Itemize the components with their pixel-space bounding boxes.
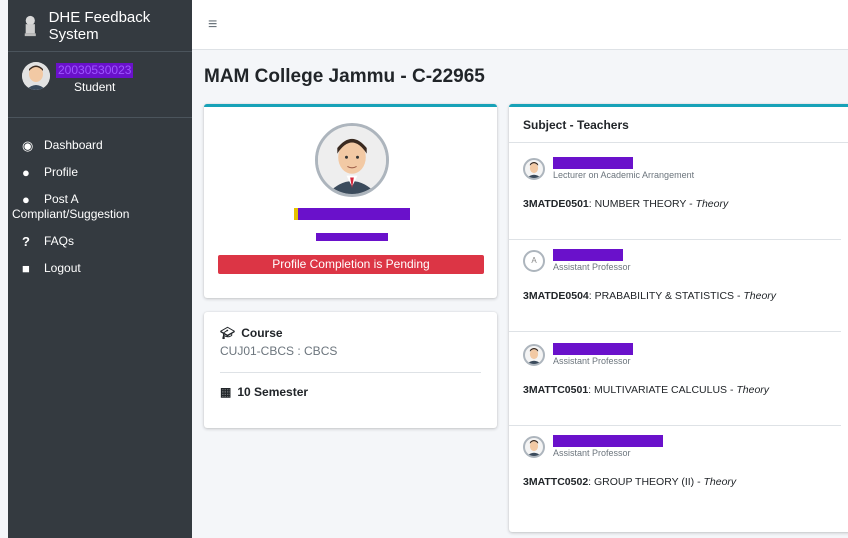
subject-kind: Theory (736, 384, 770, 396)
avatar-icon (526, 347, 542, 364)
emblem-icon (24, 15, 36, 36)
teacher-item: Assistant Professor 3MATTC0502: GROUP TH… (523, 435, 848, 488)
user-role: Student (74, 80, 116, 94)
subject-kind: Theory (743, 290, 777, 302)
course-value: CUJ01-CBCS : CBCS (220, 344, 338, 358)
divider (509, 425, 841, 426)
teacher-item: Assistant Professor 3MATTC0501: MULTIVAR… (523, 343, 848, 396)
nav-label: Dashboard (44, 138, 103, 152)
user-panel: 20030530023 Student (8, 52, 192, 118)
profile-pending-button[interactable]: Profile Completion is Pending (218, 255, 484, 274)
teacher-subject: 3MATDE0504: PRABABILITY & STATISTICS - T… (523, 290, 848, 302)
nav-label: Logout (44, 261, 81, 275)
nav-faqs[interactable]: ? FAQs (8, 228, 192, 255)
teacher-subject: 3MATTC0502: GROUP THEORY (II) - Theory (523, 476, 848, 488)
nav-post-complaint[interactable]: ● Post A Compliant/Suggestion (8, 186, 192, 228)
subject-code: 3MATTC0502 (523, 476, 589, 488)
subject-teachers-card: Subject - Teachers Lecturer on Academic … (509, 104, 848, 532)
teacher-name-redacted (553, 157, 633, 169)
page-title: MAM College Jammu - C-22965 (204, 66, 485, 87)
teacher-name-redacted (553, 435, 663, 447)
user-id: 20030530023 (56, 63, 134, 78)
profile-avatar (315, 123, 389, 197)
nav-logout[interactable]: ■ Logout (8, 255, 192, 282)
subject-code: 3MATDE0501 (523, 198, 589, 210)
semester-value: 10 Semester (237, 385, 309, 399)
comments-icon: ● (22, 192, 30, 207)
subject-name: : PRABABILITY & STATISTICS - (588, 290, 744, 302)
graduation-cap-icon: 🎓︎ (220, 326, 236, 340)
course-heading: Course (241, 326, 283, 340)
subject-code: 3MATTC0501 (523, 384, 589, 396)
profile-card: Profile Completion is Pending (204, 104, 497, 298)
teacher-avatar (523, 435, 545, 458)
avatar-icon (526, 439, 542, 456)
subject-code: 3MATDE0504 (523, 290, 589, 302)
nav-label: FAQs (44, 234, 75, 248)
nav-dashboard[interactable]: ◉ Dashboard (8, 132, 192, 159)
nav-label-line2: Compliant/Suggestion (12, 207, 130, 221)
teacher-item: Lecturer on Academic Arrangement 3MATDE0… (523, 157, 848, 210)
teacher-name-redacted (553, 249, 623, 261)
teacher-item: A Assistant Professor 3MATDE0504: PRABAB… (523, 249, 848, 302)
teacher-title: Lecturer on Academic Arrangement (553, 170, 695, 180)
user-avatar[interactable] (22, 62, 50, 90)
teacher-title: Assistant Professor (553, 356, 631, 366)
divider (220, 372, 481, 373)
profile-name-redacted (294, 208, 410, 220)
sidebar: DHE Feedback System 20030530023 Student … (8, 0, 192, 538)
nav-label: Profile (44, 165, 79, 179)
teacher-title: Assistant Professor (553, 262, 631, 272)
teacher-avatar (523, 157, 545, 180)
nav-label: Post A (44, 192, 79, 206)
subject-kind: Theory (695, 198, 729, 210)
divider (509, 331, 841, 332)
broken-image-icon: A (523, 249, 545, 272)
sidebar-nav: ◉ Dashboard ● Profile ● Post A Compliant… (8, 118, 192, 282)
avatar-icon (526, 161, 542, 178)
subject-kind: Theory (703, 476, 737, 488)
lock-icon: ■ (22, 261, 30, 276)
tachometer-icon: ◉ (22, 138, 34, 153)
brand[interactable]: DHE Feedback System (8, 0, 192, 52)
teachers-heading: Subject - Teachers (509, 107, 848, 143)
question-icon: ? (22, 234, 30, 249)
subject-name: : NUMBER THEORY - (588, 198, 696, 210)
menu-toggle-icon[interactable]: ≡ (208, 16, 217, 34)
teacher-name-redacted (553, 343, 633, 355)
subject-name: : GROUP THEORY (II) - (588, 476, 704, 488)
nav-profile[interactable]: ● Profile (8, 159, 192, 186)
teacher-avatar (523, 343, 545, 366)
user-edit-icon: ● (22, 165, 30, 180)
teacher-title: Assistant Professor (553, 448, 631, 458)
avatar-icon (318, 126, 386, 194)
teacher-subject: 3MATTC0501: MULTIVARIATE CALCULUS - Theo… (523, 384, 848, 396)
course-card: 🎓︎ Course CUJ01-CBCS : CBCS ▦ 10 Semeste… (204, 312, 497, 428)
avatar-icon (22, 62, 50, 90)
brand-title: DHE Feedback System (48, 8, 151, 43)
subject-name: : MULTIVARIATE CALCULUS - (588, 384, 737, 396)
calendar-icon: ▦ (220, 385, 232, 399)
divider (509, 239, 841, 240)
profile-subtitle-redacted (316, 233, 388, 241)
teacher-subject: 3MATDE0501: NUMBER THEORY - Theory (523, 198, 848, 210)
topbar: ≡ (192, 0, 848, 50)
